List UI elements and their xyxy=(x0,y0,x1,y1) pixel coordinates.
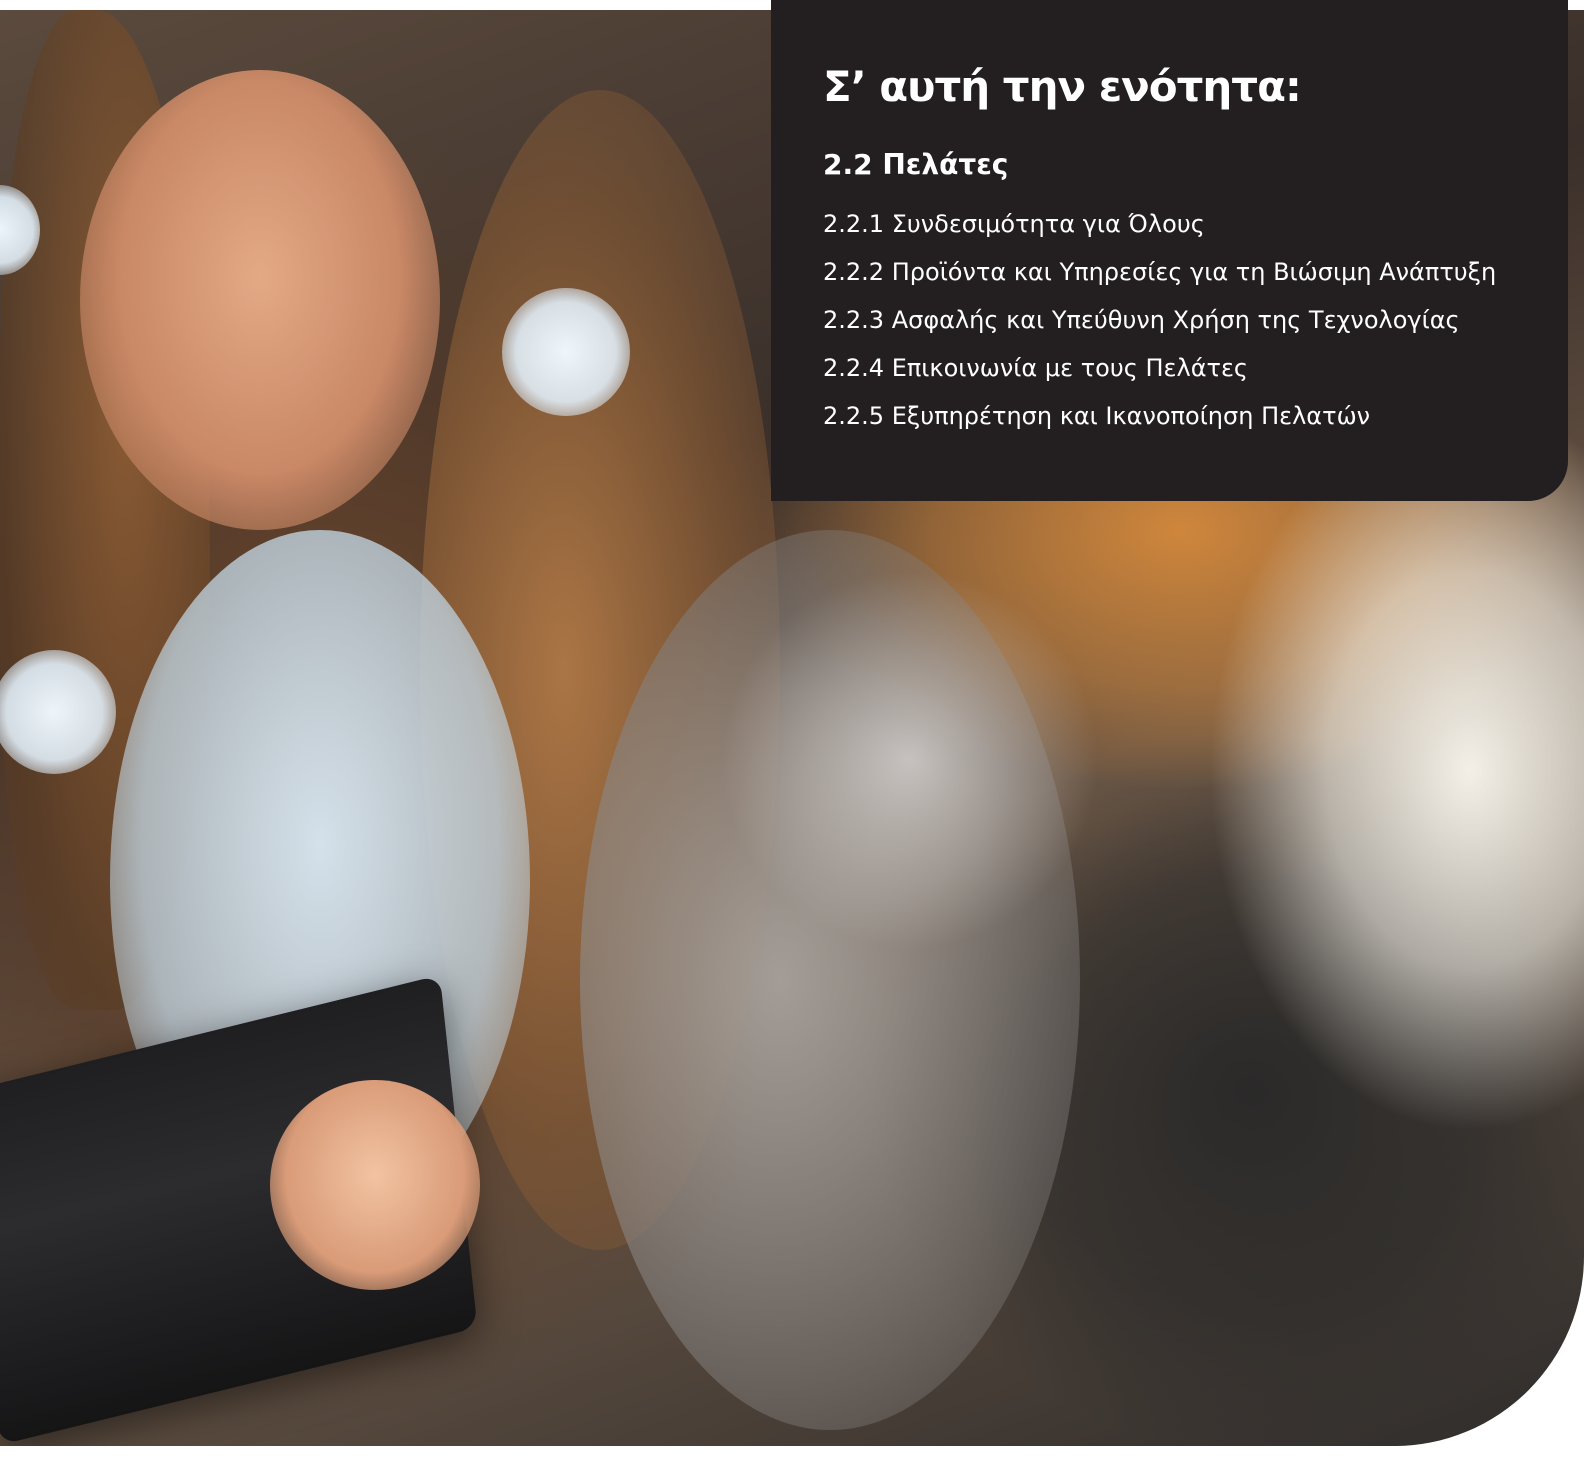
toc-item-2-2-4[interactable]: 2.2.4 Επικοινωνία με τους Πελάτες xyxy=(823,344,1496,392)
bokeh-light xyxy=(502,288,630,416)
toc-list: 2.2.1 Συνδεσιμότητα για Όλους 2.2.2 Προϊ… xyxy=(823,200,1496,440)
toc-item-2-2-1[interactable]: 2.2.1 Συνδεσιμότητα για Όλους xyxy=(823,200,1496,248)
page: Σ’ αυτή την ενότητα: 2.2 Πελάτες 2.2.1 Σ… xyxy=(0,0,1584,1458)
section-contents-panel: Σ’ αυτή την ενότητα: 2.2 Πελάτες 2.2.1 Σ… xyxy=(771,0,1568,501)
toc-item-2-2-3[interactable]: 2.2.3 Ασφαλής και Υπεύθυνη Χρήση της Τεχ… xyxy=(823,296,1496,344)
section-heading: 2.2 Πελάτες xyxy=(823,148,1009,181)
light-glow xyxy=(720,570,1100,950)
toc-item-2-2-5[interactable]: 2.2.5 Εξυπηρέτηση και Ικανοποίηση Πελατώ… xyxy=(823,392,1496,440)
hand xyxy=(270,1080,480,1290)
toc-item-2-2-2[interactable]: 2.2.2 Προϊόντα και Υπηρεσίες για τη Βιώσ… xyxy=(823,248,1496,296)
face xyxy=(80,70,440,530)
panel-title: Σ’ αυτή την ενότητα: xyxy=(823,62,1302,111)
